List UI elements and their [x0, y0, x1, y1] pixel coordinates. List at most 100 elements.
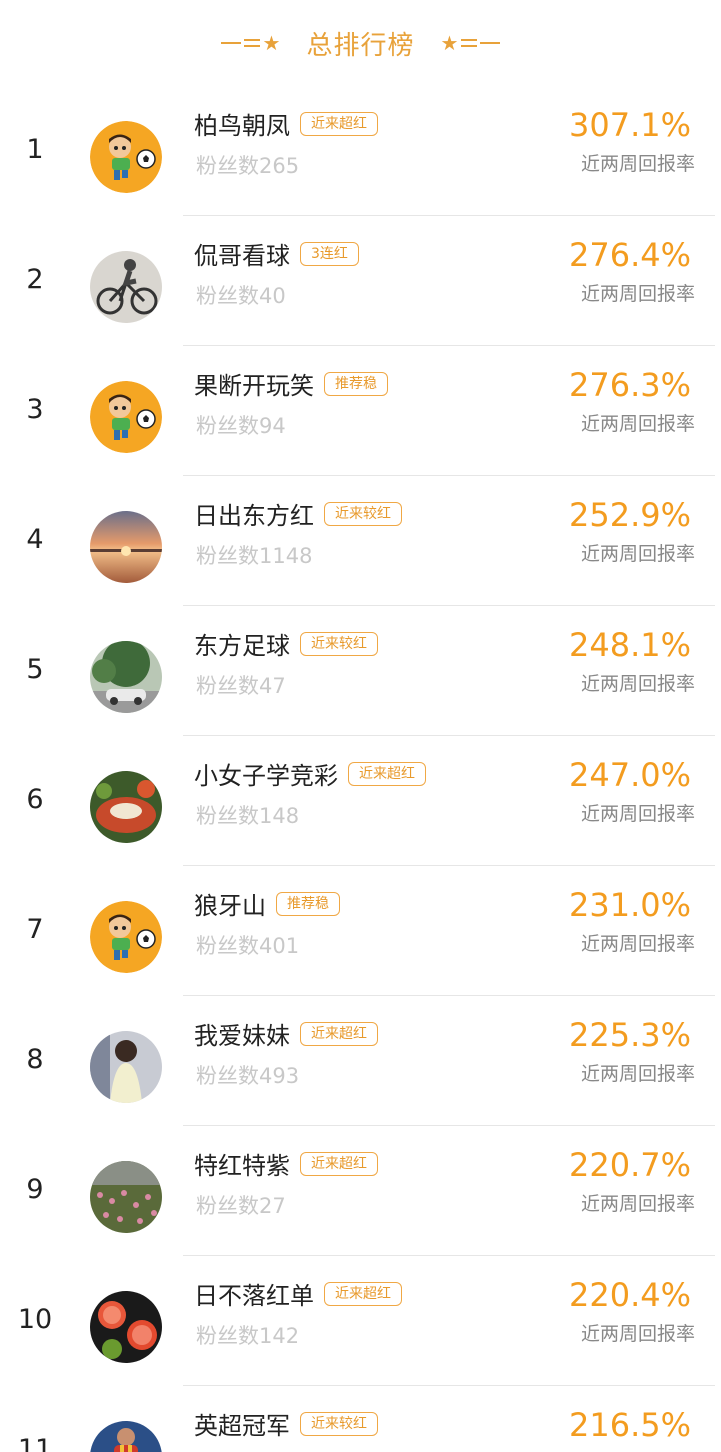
fan-count: 粉丝数40 [196, 284, 286, 308]
rank-number: 7 [26, 914, 44, 945]
left-ornament: ★ [220, 31, 281, 55]
name-line: 柏鸟朝凤 近来超红 [194, 106, 378, 141]
fan-count: 粉丝数47 [196, 674, 286, 698]
ranking-row[interactable]: 9 特红特紫 近来超红 粉丝数27 220.7% 近两周回报率 [0, 1126, 721, 1256]
fan-count: 粉丝数401 [196, 934, 300, 958]
name-line: 日不落红单 近来超红 [194, 1276, 402, 1311]
rank-number: 2 [26, 264, 44, 295]
return-rate: 276.3% [568, 366, 691, 404]
ranking-row[interactable]: 10 日不落红单 近来超红 粉丝数142 220.4% 近两周回报率 [0, 1256, 721, 1386]
right-ornament: ★ [441, 33, 501, 53]
rank-number: 5 [26, 654, 44, 685]
status-badge: 近来较红 [324, 501, 402, 526]
name-line: 小女子学竞彩 近来超红 [194, 756, 426, 791]
status-badge: 近来超红 [300, 111, 378, 136]
star-icon: ★ [262, 31, 281, 55]
name-line: 特红特紫 近来超红 [194, 1146, 378, 1181]
status-badge: 近来超红 [348, 761, 426, 786]
sunset-photo-avatar[interactable] [90, 511, 162, 583]
return-rate-label: 近两周回报率 [580, 1193, 695, 1215]
tipster-name[interactable]: 特红特紫 [194, 1146, 290, 1181]
tipster-name[interactable]: 东方足球 [194, 626, 290, 661]
return-rate: 216.5% [568, 1406, 691, 1444]
ranking-row[interactable]: 11 英超冠军 近来较红 216.5% 近两周回报率 [0, 1386, 721, 1452]
ranking-row[interactable]: 1 柏鸟朝凤 近来超红 粉丝数265 307.1% 近两周回报率 [0, 86, 721, 216]
rank-number: 10 [17, 1304, 53, 1335]
return-rate-label: 近两周回报率 [580, 1323, 695, 1345]
fan-count: 粉丝数148 [196, 804, 300, 828]
girl-photo-avatar[interactable] [90, 1031, 162, 1103]
flowers-photo-avatar[interactable] [90, 1161, 162, 1233]
return-rate: 248.1% [568, 626, 691, 664]
rank-number: 11 [17, 1434, 53, 1452]
ranking-header: ★ 总排行榜 ★ [0, 0, 721, 86]
status-badge: 近来较红 [300, 1411, 378, 1436]
tipster-name[interactable]: 英超冠军 [194, 1406, 290, 1441]
rank-number: 8 [26, 1044, 44, 1075]
tipster-name[interactable]: 柏鸟朝凤 [194, 106, 290, 141]
name-line: 东方足球 近来较红 [194, 626, 378, 661]
status-badge: 3连红 [300, 241, 359, 266]
return-rate-label: 近两周回报率 [580, 673, 695, 695]
name-line: 英超冠军 近来较红 [194, 1406, 378, 1441]
citrus-photo-avatar[interactable] [90, 1291, 162, 1363]
name-line: 日出东方红 近来较红 [194, 496, 402, 531]
return-rate-label: 近两周回报率 [580, 1063, 695, 1085]
return-rate: 231.0% [568, 886, 691, 924]
tipster-name[interactable]: 果断开玩笑 [194, 366, 314, 401]
name-line: 我爱妹妹 近来超红 [194, 1016, 378, 1051]
tipster-name[interactable]: 日出东方红 [194, 496, 314, 531]
status-badge: 近来较红 [300, 631, 378, 656]
return-rate-label: 近两周回报率 [580, 803, 695, 825]
return-rate-label: 近两周回报率 [580, 413, 695, 435]
star-icon: ★ [440, 31, 459, 55]
return-rate: 220.4% [568, 1276, 691, 1314]
status-badge: 推荐稳 [276, 891, 340, 916]
return-rate: 307.1% [568, 106, 691, 144]
fan-count: 粉丝数1148 [196, 544, 313, 568]
name-line: 侃哥看球 3连红 [194, 236, 359, 271]
status-badge: 近来超红 [300, 1151, 378, 1176]
rank-number: 1 [26, 134, 44, 165]
ranking-row[interactable]: 3 果断开玩笑 推荐稳 粉丝数94 276.3% 近两周回报率 [0, 346, 721, 476]
name-line: 果断开玩笑 推荐稳 [194, 366, 388, 401]
fan-count: 粉丝数493 [196, 1064, 300, 1088]
rank-number: 3 [26, 394, 44, 425]
return-rate: 247.0% [568, 756, 691, 794]
soccer-kid-avatar[interactable] [90, 121, 162, 193]
ranking-row[interactable]: 6 小女子学竞彩 近来超红 粉丝数148 247.0% 近两周回报率 [0, 736, 721, 866]
page-title: 总排行榜 [306, 30, 415, 61]
soccer-kid-avatar[interactable] [90, 901, 162, 973]
tipster-name[interactable]: 侃哥看球 [194, 236, 290, 271]
fan-count: 粉丝数142 [196, 1324, 300, 1348]
ranking-row[interactable]: 5 东方足球 近来较红 粉丝数47 248.1% 近两周回报率 [0, 606, 721, 736]
ranking-row[interactable]: 4 日出东方红 近来较红 粉丝数1148 252.9% 近两周回报率 [0, 476, 721, 606]
tipster-name[interactable]: 我爱妹妹 [194, 1016, 290, 1051]
return-rate-label: 近两周回报率 [580, 153, 695, 175]
ranking-page: ★ 总排行榜 ★ 1 柏鸟朝凤 近来超红 粉丝数265 307.1% 近两周回报… [0, 0, 721, 1452]
cyclist-photo-avatar[interactable] [90, 251, 162, 323]
fan-count: 粉丝数265 [196, 154, 300, 178]
rank-number: 6 [26, 784, 44, 815]
street-car-photo-avatar[interactable] [90, 641, 162, 713]
football-player-photo-avatar[interactable] [90, 1421, 162, 1452]
tipster-name[interactable]: 狼牙山 [194, 886, 266, 921]
food-photo-avatar[interactable] [90, 771, 162, 843]
rank-number: 9 [26, 1174, 44, 1205]
fan-count: 粉丝数27 [196, 1194, 286, 1218]
return-rate: 225.3% [568, 1016, 691, 1054]
rank-number: 4 [26, 524, 44, 555]
ranking-row[interactable]: 8 我爱妹妹 近来超红 粉丝数493 225.3% 近两周回报率 [0, 996, 721, 1126]
ranking-row[interactable]: 7 狼牙山 推荐稳 粉丝数401 231.0% 近两周回报率 [0, 866, 721, 996]
tipster-name[interactable]: 日不落红单 [194, 1276, 314, 1311]
return-rate: 220.7% [568, 1146, 691, 1184]
tipster-name[interactable]: 小女子学竞彩 [194, 756, 338, 791]
return-rate-label: 近两周回报率 [580, 933, 695, 955]
return-rate-label: 近两周回报率 [580, 543, 695, 565]
status-badge: 推荐稳 [324, 371, 388, 396]
fan-count: 粉丝数94 [196, 414, 286, 438]
ranking-row[interactable]: 2 侃哥看球 3连红 粉丝数40 276.4% 近两周回报率 [0, 216, 721, 346]
name-line: 狼牙山 推荐稳 [194, 886, 340, 921]
return-rate-label: 近两周回报率 [580, 283, 695, 305]
soccer-kid-avatar[interactable] [90, 381, 162, 453]
